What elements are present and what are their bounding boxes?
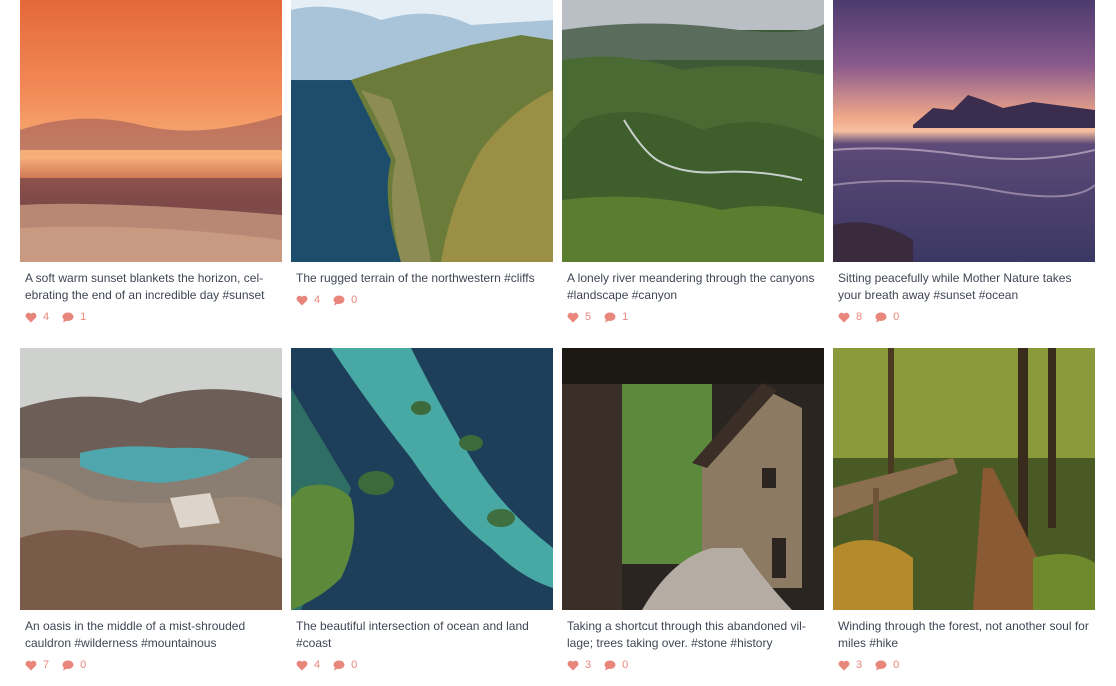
heart-icon [25,660,37,671]
comment-count: 0 [351,659,358,671]
post-caption: Taking a shortcut through this abandoned… [567,619,806,650]
post-card: A soft warm sunset blankets the horizon,… [20,0,282,324]
photo-grid: A soft warm sunset blankets the horizon,… [0,0,1116,686]
like-count: 3 [856,659,863,671]
comment-bubble-icon [333,295,345,306]
heart-icon [296,295,308,306]
post-card: A lonely river meandering through the ca… [562,0,824,324]
post-card: An oasis in the middle of a mist-shroude… [20,348,282,672]
post-stats: 8 0 [838,310,1095,324]
comment-bubble-icon [604,312,616,323]
post-caption: A lonely river meandering through the ca… [567,271,815,302]
post-stats: 4 1 [25,310,282,324]
comment-count: 1 [80,311,87,323]
post-card: Winding through the forest, not another … [833,348,1095,672]
post-stats: 3 0 [567,658,824,672]
post-card: The rugged terrain of the northwestern #… [291,0,553,307]
like-count: 5 [585,311,592,323]
post-card: The beautiful intersection of ocean and … [291,348,553,672]
comment-button[interactable]: 0 [875,311,899,323]
post-photo[interactable] [20,348,282,610]
post-caption: The beautiful intersection of ocean and … [296,619,529,650]
comment-button[interactable]: 1 [62,311,86,323]
like-count: 8 [856,311,863,323]
post-photo[interactable] [291,348,553,610]
post-caption: A soft warm sunset blankets the horizon,… [25,271,265,302]
like-count: 4 [314,294,321,306]
heart-icon [567,312,579,323]
heart-icon [296,660,308,671]
post-stats: 3 0 [838,658,1095,672]
heart-icon [838,312,850,323]
like-button[interactable]: 3 [567,659,591,671]
post-stats: 4 0 [296,293,553,307]
comment-button[interactable]: 0 [604,659,628,671]
comment-button[interactable]: 0 [333,659,357,671]
heart-icon [25,312,37,323]
like-button[interactable]: 4 [25,311,49,323]
comment-bubble-icon [875,312,887,323]
comment-count: 1 [622,311,629,323]
comment-bubble-icon [62,660,74,671]
post-photo[interactable] [833,348,1095,610]
comment-bubble-icon [333,660,345,671]
comment-button[interactable]: 0 [875,659,899,671]
comment-bubble-icon [875,660,887,671]
heart-icon [838,660,850,671]
comment-count: 0 [622,659,629,671]
comment-bubble-icon [62,312,74,323]
like-button[interactable]: 4 [296,659,320,671]
like-button[interactable]: 5 [567,311,591,323]
post-photo[interactable] [20,0,282,262]
heart-icon [567,660,579,671]
like-count: 4 [314,659,321,671]
like-button[interactable]: 7 [25,659,49,671]
like-button[interactable]: 4 [296,294,320,306]
post-photo[interactable] [562,348,824,610]
post-caption: The rugged terrain of the northwestern #… [296,271,535,285]
post-stats: 5 1 [567,310,824,324]
post-photo[interactable] [562,0,824,262]
like-count: 7 [43,659,50,671]
post-caption: Winding through the forest, not another … [838,619,1089,650]
post-stats: 7 0 [25,658,282,672]
post-card: Taking a shortcut through this abandoned… [562,348,824,672]
like-count: 4 [43,311,50,323]
post-caption: An oasis in the middle of a mist-shroude… [25,619,246,650]
comment-count: 0 [893,659,900,671]
comment-button[interactable]: 1 [604,311,628,323]
like-button[interactable]: 3 [838,659,862,671]
post-stats: 4 0 [296,658,553,672]
post-card: Sitting peacefully while Mother Nature t… [833,0,1095,324]
post-photo[interactable] [833,0,1095,262]
like-count: 3 [585,659,592,671]
comment-button[interactable]: 0 [62,659,86,671]
comment-button[interactable]: 0 [333,294,357,306]
like-button[interactable]: 8 [838,311,862,323]
comment-count: 0 [80,659,87,671]
post-photo[interactable] [291,0,553,262]
comment-bubble-icon [604,660,616,671]
comment-count: 0 [893,311,900,323]
post-caption: Sitting peacefully while Mother Nature t… [838,271,1072,302]
comment-count: 0 [351,294,358,306]
